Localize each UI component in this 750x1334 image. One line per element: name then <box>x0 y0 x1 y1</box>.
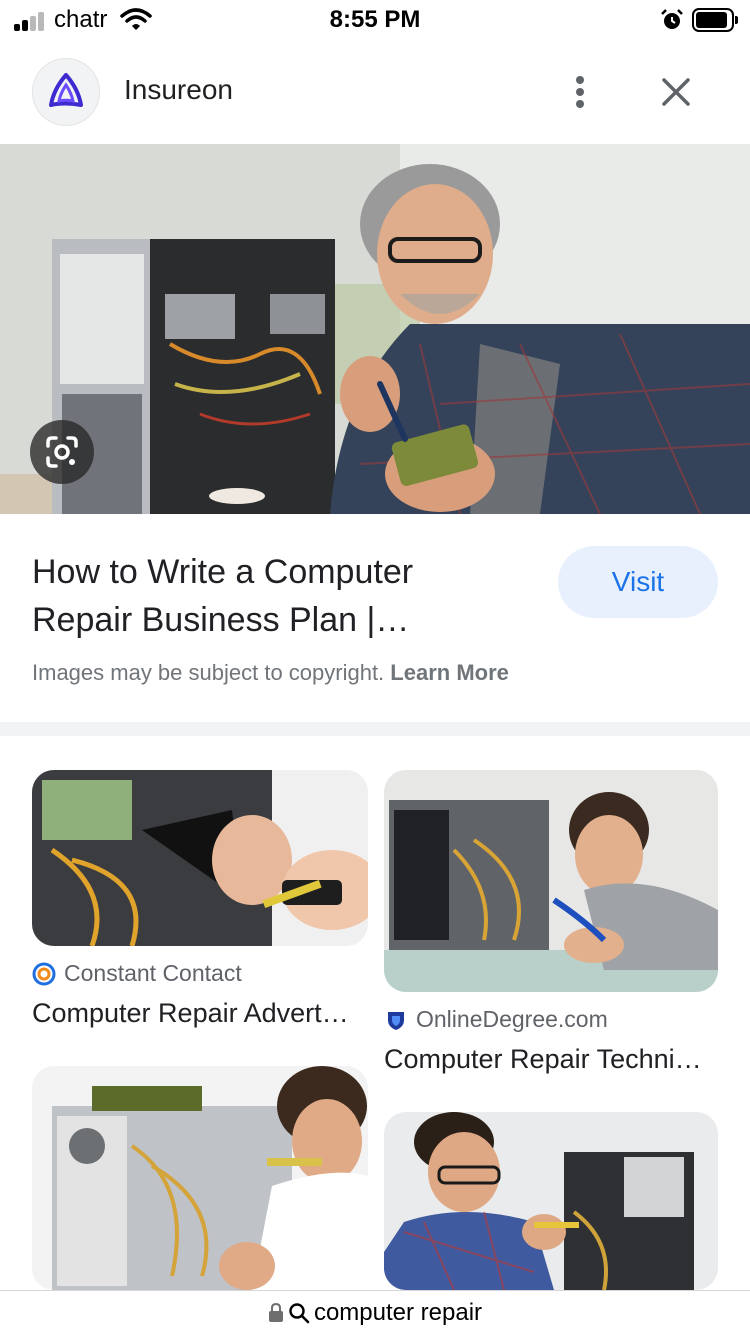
more-vert-icon[interactable] <box>566 72 594 112</box>
related-source-2[interactable]: OnlineDegree.com <box>384 1006 608 1033</box>
result-title[interactable]: How to Write a Computer Repair Business … <box>32 548 512 644</box>
url-bar[interactable]: computer repair <box>0 1290 750 1334</box>
visit-button[interactable]: Visit <box>558 546 718 618</box>
related-image-1[interactable] <box>32 770 368 946</box>
battery-icon <box>692 8 738 32</box>
related-image-1-illustration <box>32 770 368 946</box>
related-source-1[interactable]: Constant Contact <box>32 960 242 987</box>
source-header: Insureon <box>0 52 750 132</box>
alarm-icon <box>661 9 683 29</box>
lock-icon <box>268 1302 283 1322</box>
related-image-2-illustration <box>384 770 718 992</box>
related-title-1[interactable]: Computer Repair Advertising Ideas <box>32 998 352 1029</box>
constant-contact-logo-icon <box>32 962 56 985</box>
copyright-notice: Images may be subject to copyright. Lear… <box>32 660 509 686</box>
related-source-2-label: OnlineDegree.com <box>416 1006 608 1032</box>
hero-illustration <box>0 144 750 514</box>
search-icon <box>289 1302 310 1323</box>
related-image-3[interactable] <box>32 1066 368 1290</box>
related-image-2[interactable] <box>384 770 718 992</box>
onlinedegree-logo-icon <box>388 1011 404 1030</box>
related-title-2[interactable]: Computer Repair Technician <box>384 1044 704 1075</box>
insureon-logo-icon[interactable] <box>32 58 100 126</box>
learn-more-link[interactable]: Learn More <box>390 660 509 685</box>
site-name[interactable]: Insureon <box>124 74 233 106</box>
result-image[interactable] <box>0 144 750 514</box>
related-image-3-illustration <box>32 1066 368 1290</box>
status-bar: chatr 8:55 PM <box>0 0 750 40</box>
close-icon[interactable] <box>656 72 696 112</box>
related-image-4[interactable] <box>384 1112 718 1290</box>
status-time: 8:55 PM <box>329 6 421 33</box>
related-source-1-label: Constant Contact <box>64 960 242 986</box>
related-image-4-illustration <box>384 1112 718 1290</box>
lens-icon[interactable] <box>30 420 94 484</box>
section-divider <box>0 722 750 736</box>
copyright-text: Images may be subject to copyright. <box>32 660 385 685</box>
url-text: computer repair <box>313 1298 483 1326</box>
